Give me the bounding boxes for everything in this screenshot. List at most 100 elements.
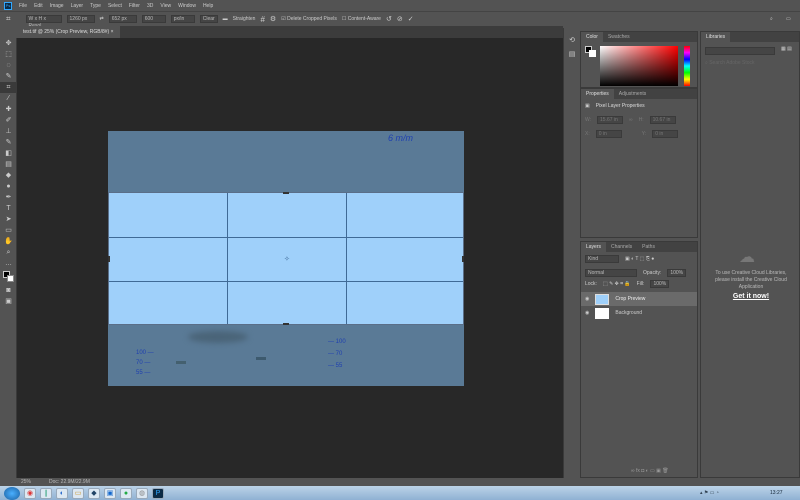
- ratio-select[interactable]: W x H x Resol.: [26, 15, 62, 23]
- link-icon[interactable]: ∞: [629, 117, 633, 123]
- library-select[interactable]: [705, 47, 775, 55]
- hue-slider[interactable]: [684, 46, 690, 86]
- menu-image[interactable]: Image: [50, 3, 64, 9]
- clear-button[interactable]: Clear: [200, 15, 218, 23]
- pen-tool-icon[interactable]: ✒: [0, 192, 17, 203]
- grid-view-icon[interactable]: ▦ ▤: [781, 46, 792, 52]
- taskbar-app-icon[interactable]: ●: [120, 488, 132, 499]
- layers-footer-icons[interactable]: ∞ fx ◘ ◐ ▭ ▣ 🗑: [631, 468, 669, 474]
- color-field[interactable]: [600, 46, 678, 86]
- eye-icon[interactable]: ◉: [585, 296, 589, 302]
- layer-row-crop-preview[interactable]: ◉ Crop Preview: [581, 292, 697, 306]
- taskbar-app-icon[interactable]: ◆: [88, 488, 100, 499]
- content-aware-checkbox[interactable]: ☐ Content-Aware: [342, 16, 381, 22]
- blur-tool-icon[interactable]: ◆: [0, 170, 17, 181]
- lock-icons[interactable]: ⬚ ✎ ✥ ⌗ 🔒: [603, 281, 631, 287]
- menu-layer[interactable]: Layer: [71, 3, 84, 9]
- shape-tool-icon[interactable]: ▭: [0, 225, 17, 236]
- menu-filter[interactable]: Filter: [129, 3, 140, 9]
- zoom-tool-icon[interactable]: ⌕: [0, 247, 17, 258]
- crop-handle-right[interactable]: [462, 256, 464, 262]
- eye-icon[interactable]: ◉: [585, 310, 589, 316]
- dodge-tool-icon[interactable]: ●: [0, 181, 17, 192]
- blend-mode-select[interactable]: Normal: [585, 269, 637, 277]
- layer-name[interactable]: Crop Preview: [615, 296, 645, 302]
- quick-select-tool-icon[interactable]: ✎: [0, 71, 17, 82]
- more-tools-icon[interactable]: …: [0, 258, 17, 269]
- lasso-tool-icon[interactable]: ◌: [0, 60, 17, 71]
- menu-3d[interactable]: 3D: [147, 3, 153, 9]
- close-tab-icon[interactable]: ×: [111, 29, 114, 35]
- straighten-icon[interactable]: ▬: [223, 16, 228, 22]
- workspace-icon[interactable]: ▭: [786, 16, 791, 22]
- zoom-level[interactable]: 25%: [21, 478, 31, 486]
- menu-help[interactable]: Help: [203, 3, 213, 9]
- tab-adjustments[interactable]: Adjustments: [614, 89, 652, 99]
- taskbar-outlook-icon[interactable]: ▣: [104, 488, 116, 499]
- hand-tool-icon[interactable]: ✋: [0, 236, 17, 247]
- quick-mask-icon[interactable]: ◙: [0, 285, 17, 296]
- crop-box[interactable]: ✧: [108, 192, 464, 325]
- healing-tool-icon[interactable]: ✚: [0, 104, 17, 115]
- height-input[interactable]: 652 px: [109, 15, 137, 23]
- x-field[interactable]: 0 in: [596, 130, 622, 138]
- width-field[interactable]: 15.67 in: [597, 116, 623, 124]
- gradient-tool-icon[interactable]: ▤: [0, 159, 17, 170]
- taskbar-app-icon[interactable]: ◐: [56, 488, 68, 499]
- move-tool-icon[interactable]: ✥: [0, 38, 17, 49]
- crop-tool-icon[interactable]: ⌗: [0, 82, 17, 93]
- menu-edit[interactable]: Edit: [34, 3, 43, 9]
- tab-layers[interactable]: Layers: [581, 242, 606, 252]
- tab-paths[interactable]: Paths: [637, 242, 660, 252]
- overlay-grid-icon[interactable]: #: [260, 15, 264, 24]
- tab-swatches[interactable]: Swatches: [603, 32, 635, 42]
- history-icon[interactable]: ⟲: [564, 36, 580, 44]
- type-tool-icon[interactable]: T: [0, 203, 17, 214]
- menu-select[interactable]: Select: [108, 3, 122, 9]
- height-field[interactable]: 10.67 in: [650, 116, 676, 124]
- menu-file[interactable]: File: [19, 3, 27, 9]
- straighten-button[interactable]: Straighten: [233, 16, 256, 22]
- resolution-input[interactable]: 600: [142, 15, 166, 23]
- menu-window[interactable]: Window: [178, 3, 196, 9]
- taskbar-app-icon[interactable]: ◍: [136, 488, 148, 499]
- tab-properties[interactable]: Properties: [581, 89, 614, 99]
- screen-mode-icon[interactable]: ▣: [0, 296, 17, 307]
- brush-tool-icon[interactable]: ✐: [0, 115, 17, 126]
- stamp-tool-icon[interactable]: ⊥: [0, 126, 17, 137]
- cancel-icon[interactable]: ⊘: [397, 15, 403, 23]
- layer-row-background[interactable]: ◉Background: [581, 306, 697, 320]
- layer-filter-select[interactable]: Kind: [585, 255, 619, 263]
- fill-input[interactable]: 100%: [650, 280, 669, 288]
- menu-type[interactable]: Type: [90, 3, 101, 9]
- history-brush-icon[interactable]: ✎: [0, 137, 17, 148]
- tab-color[interactable]: Color: [581, 32, 603, 42]
- get-it-now-link[interactable]: Get it now!: [701, 292, 800, 301]
- opacity-input[interactable]: 100%: [667, 269, 686, 277]
- taskbar-folder-icon[interactable]: ▭: [72, 488, 84, 499]
- reset-icon[interactable]: ↺: [386, 15, 392, 23]
- y-field[interactable]: 0 in: [652, 130, 678, 138]
- tab-channels[interactable]: Channels: [606, 242, 637, 252]
- unit-select[interactable]: px/in: [171, 15, 195, 23]
- stock-search[interactable]: ⌕ Search Adobe Stock: [705, 60, 755, 66]
- taskbar-app-icon[interactable]: ❙: [40, 488, 52, 499]
- eraser-tool-icon[interactable]: ◧: [0, 148, 17, 159]
- path-select-icon[interactable]: ➤: [0, 214, 17, 225]
- document-tab[interactable]: test.tif @ 25% (Crop Preview, RGB/8#) ×: [17, 26, 120, 38]
- color-swatches-icon[interactable]: [0, 269, 17, 285]
- taskbar-chrome-icon[interactable]: ◉: [24, 488, 36, 499]
- taskbar-photoshop-icon[interactable]: P: [152, 488, 164, 499]
- marquee-tool-icon[interactable]: ⬚: [0, 49, 17, 60]
- clock[interactable]: 13:27: [770, 490, 783, 496]
- gear-icon[interactable]: ⚙: [270, 15, 276, 23]
- properties-icon[interactable]: ▤: [564, 50, 580, 58]
- crop-handle-bottom[interactable]: [283, 323, 289, 325]
- delete-cropped-checkbox[interactable]: ☑ Delete Cropped Pixels: [281, 16, 337, 22]
- commit-icon[interactable]: ✓: [408, 15, 414, 23]
- width-input[interactable]: 1260 px: [67, 15, 95, 23]
- eyedropper-tool-icon[interactable]: ⁄: [0, 93, 17, 104]
- menu-view[interactable]: View: [160, 3, 171, 9]
- background-color[interactable]: [589, 50, 596, 57]
- filter-icons[interactable]: ▣ ◐ T ⬚ ⎘ ●: [625, 256, 654, 262]
